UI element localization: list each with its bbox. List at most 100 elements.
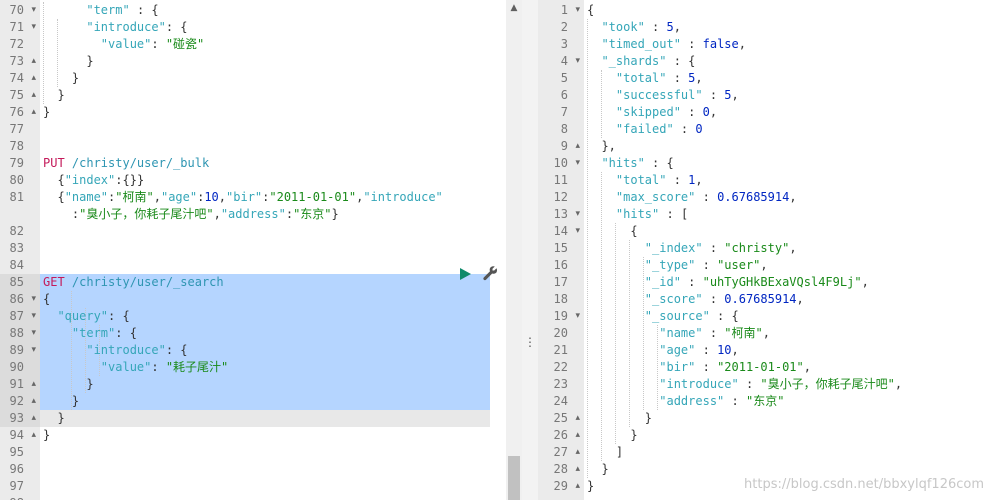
- code-line[interactable]: PUT /christy/user/_bulk: [40, 155, 506, 172]
- code-line[interactable]: "hits" : [: [584, 206, 994, 223]
- fold-arrow-icon[interactable]: ▾: [575, 308, 580, 325]
- code-line[interactable]: :"臭小子，你耗子尾汁吧","address":"东京"}: [40, 206, 506, 223]
- code-line[interactable]: {: [584, 223, 994, 240]
- code-line[interactable]: }: [40, 427, 506, 444]
- code-line[interactable]: [40, 495, 506, 500]
- code-line[interactable]: "hits" : {: [584, 155, 994, 172]
- unfold-arrow-icon[interactable]: ▴: [31, 410, 36, 427]
- code-line[interactable]: "_source" : {: [584, 308, 994, 325]
- code-line[interactable]: {"name":"柯南","age":10,"bir":"2011-01-01"…: [40, 189, 506, 206]
- play-icon[interactable]: [460, 268, 471, 280]
- code-line[interactable]: "timed_out" : false,: [584, 36, 994, 53]
- code-line[interactable]: [40, 121, 506, 138]
- code-line[interactable]: GET /christy/user/_search: [40, 274, 506, 291]
- code-line[interactable]: ]: [584, 444, 994, 461]
- code-line[interactable]: [40, 223, 506, 240]
- code-line[interactable]: [40, 240, 506, 257]
- code-line[interactable]: }: [40, 393, 506, 410]
- fold-arrow-icon[interactable]: ▾: [31, 325, 36, 342]
- unfold-arrow-icon[interactable]: ▴: [31, 376, 36, 393]
- code-line[interactable]: "total" : 5,: [584, 70, 994, 87]
- fold-arrow-icon[interactable]: ▾: [575, 206, 580, 223]
- code-line[interactable]: {: [584, 2, 994, 19]
- code-line[interactable]: "introduce": {: [40, 19, 506, 36]
- unfold-arrow-icon[interactable]: ▴: [575, 410, 580, 427]
- unfold-arrow-icon[interactable]: ▴: [31, 87, 36, 104]
- unfold-arrow-icon[interactable]: ▴: [575, 427, 580, 444]
- code-line[interactable]: "name" : "柯南",: [584, 325, 994, 342]
- code-line[interactable]: {"index":{}}: [40, 172, 506, 189]
- code-line[interactable]: "failed" : 0: [584, 121, 994, 138]
- fold-arrow-icon[interactable]: ▾: [31, 342, 36, 359]
- code-line[interactable]: }: [40, 53, 506, 70]
- code-line[interactable]: "value": "碰瓷": [40, 36, 506, 53]
- code-line-text: "query": {: [43, 308, 129, 325]
- unfold-arrow-icon[interactable]: ▴: [575, 478, 580, 495]
- wrench-icon[interactable]: [482, 265, 498, 281]
- gutter-row: 88 ▾: [0, 325, 40, 342]
- code-line[interactable]: "value": "耗子尾汁": [40, 359, 506, 376]
- code-line[interactable]: }: [40, 70, 506, 87]
- fold-arrow-icon[interactable]: ▾: [575, 53, 580, 70]
- fold-arrow-icon[interactable]: ▾: [31, 291, 36, 308]
- code-line[interactable]: [40, 461, 506, 478]
- fold-arrow-icon[interactable]: ▾: [575, 223, 580, 240]
- code-line[interactable]: "_index" : "christy",: [584, 240, 994, 257]
- fold-arrow-icon[interactable]: ▾: [31, 308, 36, 325]
- code-line[interactable]: "total" : 1,: [584, 172, 994, 189]
- unfold-arrow-icon[interactable]: ▴: [575, 461, 580, 478]
- unfold-arrow-icon[interactable]: ▴: [31, 393, 36, 410]
- code-line[interactable]: }: [40, 410, 506, 427]
- fold-arrow-icon[interactable]: ▾: [31, 19, 36, 36]
- fold-arrow-icon[interactable]: ▾: [575, 2, 580, 19]
- pane-resize-divider[interactable]: ⋮: [522, 0, 538, 500]
- response-code-area[interactable]: { "took" : 5, "timed_out" : false, "_sha…: [584, 0, 994, 500]
- unfold-arrow-icon[interactable]: ▴: [31, 104, 36, 121]
- code-line[interactable]: [40, 138, 506, 155]
- fold-arrow-icon[interactable]: ▾: [575, 155, 580, 172]
- code-line[interactable]: "took" : 5,: [584, 19, 994, 36]
- code-line[interactable]: "age" : 10,: [584, 342, 994, 359]
- code-line[interactable]: "query": {: [40, 308, 506, 325]
- code-line[interactable]: "introduce" : "臭小子，你耗子尾汁吧",: [584, 376, 994, 393]
- code-line[interactable]: "successful" : 5,: [584, 87, 994, 104]
- fold-arrow-icon[interactable]: ▾: [31, 2, 36, 19]
- code-line[interactable]: "_id" : "uhTyGHkBExaVQsl4F9Lj",: [584, 274, 994, 291]
- scroll-up-arrow-icon[interactable]: ▲: [506, 0, 522, 16]
- code-line[interactable]: [40, 478, 506, 495]
- unfold-arrow-icon[interactable]: ▴: [575, 138, 580, 155]
- code-line[interactable]: [40, 444, 506, 461]
- code-line[interactable]: "_type" : "user",: [584, 257, 994, 274]
- code-line[interactable]: "_shards" : {: [584, 53, 994, 70]
- code-line[interactable]: }: [584, 410, 994, 427]
- unfold-arrow-icon[interactable]: ▴: [31, 53, 36, 70]
- scrollbar-thumb[interactable]: [508, 456, 520, 500]
- code-line[interactable]: {: [40, 291, 506, 308]
- unfold-arrow-icon[interactable]: ▴: [31, 427, 36, 444]
- request-scrollbar[interactable]: ▲: [506, 0, 522, 500]
- unfold-arrow-icon[interactable]: ▴: [31, 70, 36, 87]
- code-token: "_score": [644, 292, 703, 306]
- code-line[interactable]: "introduce": {: [40, 342, 506, 359]
- code-line[interactable]: }: [584, 461, 994, 478]
- code-line[interactable]: [40, 257, 506, 274]
- unfold-arrow-icon[interactable]: ▴: [575, 444, 580, 461]
- code-line[interactable]: "skipped" : 0,: [584, 104, 994, 121]
- code-line[interactable]: },: [584, 138, 994, 155]
- code-line[interactable]: "address" : "东京": [584, 393, 994, 410]
- code-line[interactable]: }: [584, 427, 994, 444]
- code-line[interactable]: }: [40, 376, 506, 393]
- request-editor-pane[interactable]: 70 ▾ 71 ▾ 72 73 ▴ 74 ▴ 75 ▴ 76 ▴ 77 78 79 80 81 82 83 84 85 86…: [0, 0, 522, 500]
- request-code-area[interactable]: "term" : { "introduce": { "value": "碰瓷" …: [40, 0, 506, 500]
- code-line[interactable]: "bir" : "2011-01-01",: [584, 359, 994, 376]
- code-line[interactable]: "term" : {: [40, 2, 506, 19]
- response-viewer-pane[interactable]: 1 ▾ 2 3 4 ▾ 5 6 7 8 9 ▴ 10 ▾ 11 12 13 ▾ 14 ▾ 15 16 17 18 19 ▾ 20 21…: [538, 0, 994, 500]
- code-line[interactable]: "_score" : 0.67685914,: [584, 291, 994, 308]
- code-line[interactable]: }: [40, 104, 506, 121]
- resize-grip-icon[interactable]: ⋮: [522, 336, 538, 348]
- code-line[interactable]: "max_score" : 0.67685914,: [584, 189, 994, 206]
- code-line[interactable]: "term": {: [40, 325, 506, 342]
- code-line[interactable]: }: [40, 87, 506, 104]
